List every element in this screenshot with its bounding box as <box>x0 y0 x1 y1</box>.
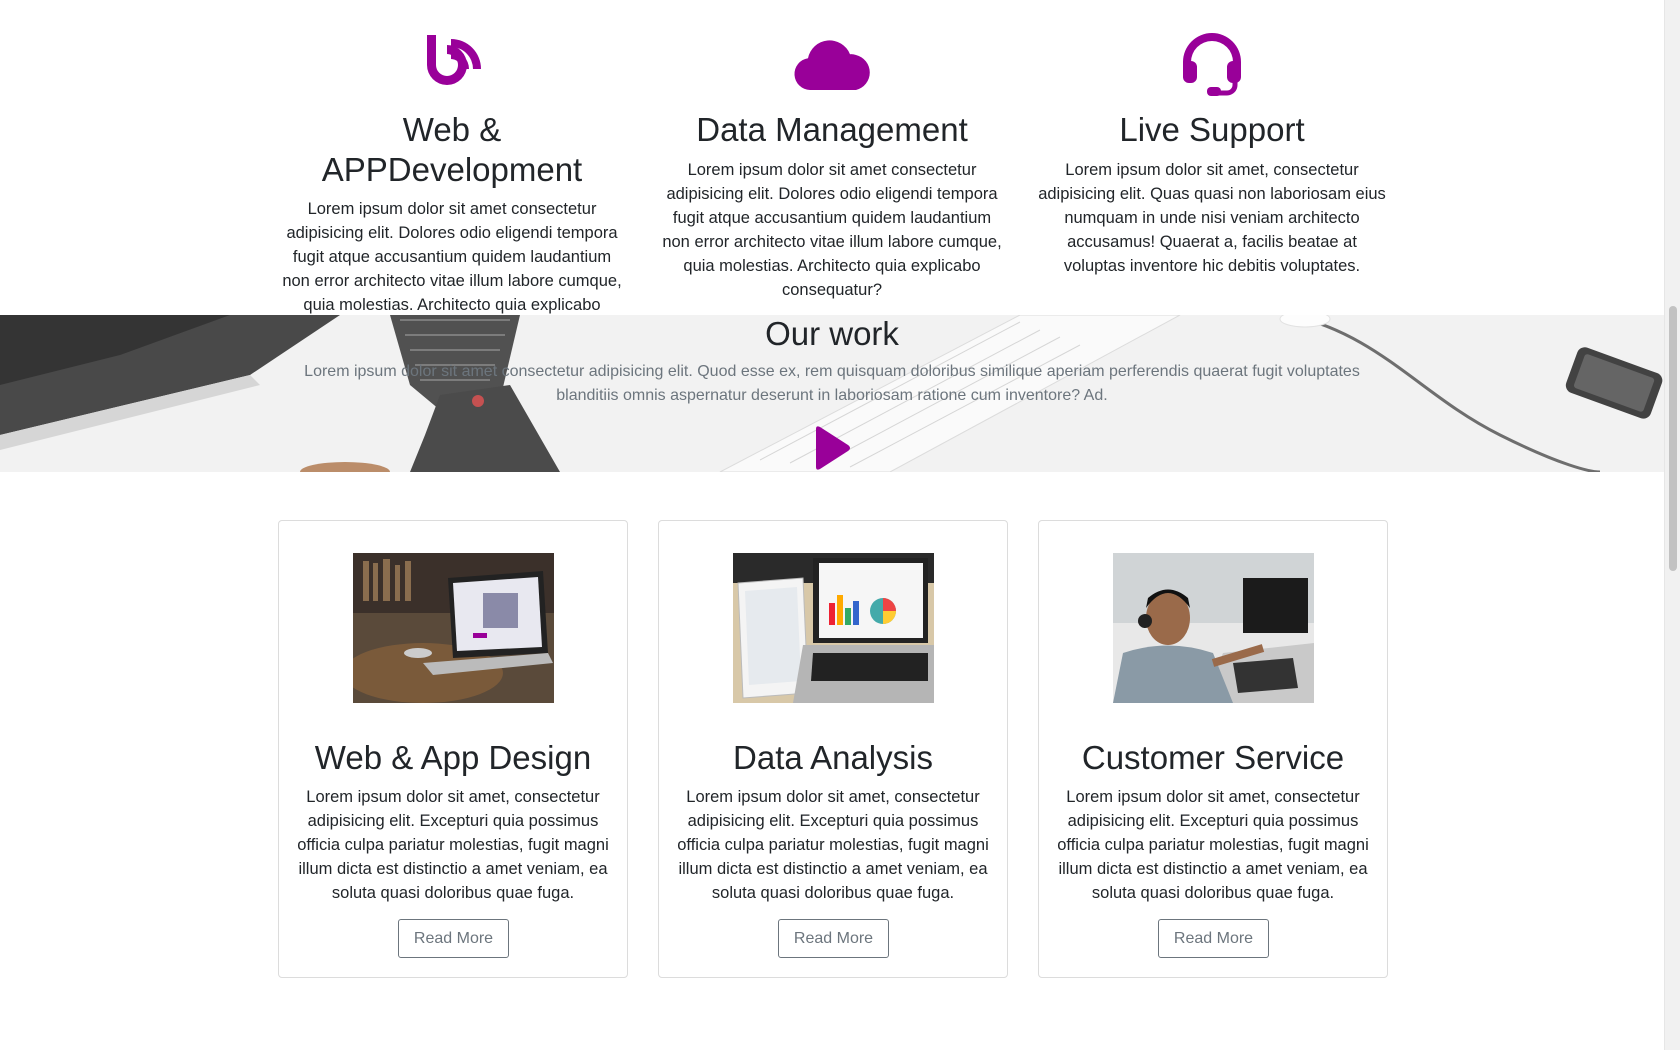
card-title: Data Analysis <box>733 739 933 776</box>
our-work-title: Our work <box>765 315 899 352</box>
play-icon[interactable] <box>812 425 852 471</box>
card-title: Web & App Design <box>314 739 592 776</box>
feature-title: Live Support <box>1119 111 1305 148</box>
page: Web & APPDevelopment Lorem ipsum dolor s… <box>0 0 1664 1050</box>
blog-feed-icon <box>278 28 626 100</box>
our-work-banner: Our work Lorem ipsum dolor sit amet cons… <box>0 315 1664 472</box>
feature-web-development: Web & APPDevelopment Lorem ipsum dolor s… <box>278 28 626 341</box>
feature-text: Lorem ipsum dolor sit amet, consectetur … <box>1038 160 1386 275</box>
feature-title: Data Management <box>696 111 968 148</box>
feature-text: Lorem ipsum dolor sit amet consectetur a… <box>662 160 1002 299</box>
card-text: Lorem ipsum dolor sit amet, consectetur … <box>1057 788 1369 902</box>
headset-icon <box>1038 28 1386 100</box>
our-work-text: Lorem ipsum dolor sit amet consectetur a… <box>304 363 1360 404</box>
read-more-button[interactable]: Read More <box>778 919 889 958</box>
feature-live-support: Live Support Lorem ipsum dolor sit amet,… <box>1038 28 1386 278</box>
page-scrollbar[interactable] <box>1664 0 1680 1050</box>
service-card-customer-service: Customer Service Lorem ipsum dolor sit a… <box>1038 520 1388 978</box>
card-text: Lorem ipsum dolor sit amet, consectetur … <box>677 788 989 902</box>
cloud-icon <box>658 28 1006 100</box>
scrollbar-thumb[interactable] <box>1669 306 1677 571</box>
feature-data-management: Data Management Lorem ipsum dolor sit am… <box>658 28 1006 302</box>
support-agent-photo <box>1113 553 1314 703</box>
service-card-web-app-design: Web & App Design Lorem ipsum dolor sit a… <box>278 520 628 978</box>
card-title: Customer Service <box>1081 739 1345 776</box>
laptop-charts-photo <box>733 553 934 703</box>
card-text: Lorem ipsum dolor sit amet, consectetur … <box>297 788 609 902</box>
read-more-button[interactable]: Read More <box>398 919 509 958</box>
read-more-button[interactable]: Read More <box>1158 919 1269 958</box>
feature-title: Web & APPDevelopment <box>321 111 583 188</box>
features-section: Web & APPDevelopment Lorem ipsum dolor s… <box>0 0 1664 338</box>
laptop-on-desk-photo <box>353 553 554 703</box>
service-card-data-analysis: Data Analysis Lorem ipsum dolor sit amet… <box>658 520 1008 978</box>
